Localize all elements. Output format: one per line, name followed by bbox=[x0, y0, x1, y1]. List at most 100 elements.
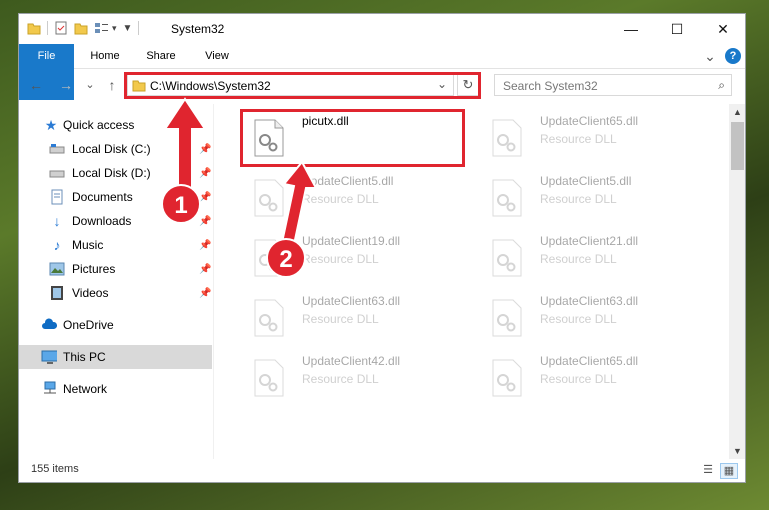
title-bar: ▾ ▼ System32 — ☐ ✕ bbox=[19, 14, 745, 44]
search-input[interactable] bbox=[501, 76, 705, 96]
tab-share[interactable]: Share bbox=[139, 44, 183, 68]
separator bbox=[138, 21, 140, 35]
dll-file-icon bbox=[254, 299, 284, 337]
file-type: Resource DLL bbox=[540, 372, 617, 386]
item-count: 155 items bbox=[31, 463, 79, 475]
network-icon bbox=[44, 381, 56, 394]
sidebar-item-pictures[interactable]: Pictures 📌 bbox=[19, 257, 212, 281]
file-item[interactable]: UpdateClient63.dll Resource DLL bbox=[240, 289, 470, 345]
pictures-icon bbox=[49, 262, 65, 276]
file-name: UpdateClient63.dll bbox=[540, 294, 639, 308]
file-item[interactable]: UpdateClient42.dll Resource DLL bbox=[240, 349, 470, 405]
music-icon: ♪ bbox=[53, 237, 61, 253]
pin-icon[interactable]: 📌 bbox=[199, 240, 211, 251]
scroll-down-icon[interactable]: ▼ bbox=[729, 443, 745, 459]
file-item[interactable]: UpdateClient21.dll Resource DLL bbox=[478, 229, 708, 285]
sidebar-item-label: Network bbox=[63, 382, 108, 396]
navigation-bar: ← → ⌄ ↑ C:\Windows\System32 ⌄ ↻ ⌕ bbox=[19, 69, 745, 101]
file-explorer-window: ▾ ▼ System32 — ☐ ✕ File Home Share View … bbox=[18, 13, 746, 483]
sidebar-item-label: Quick access bbox=[63, 118, 135, 132]
dll-file-icon bbox=[492, 239, 522, 277]
file-name: UpdateClient42.dll bbox=[302, 354, 401, 368]
ribbon-tabs: File Home Share View ⌄ ? bbox=[19, 44, 745, 100]
sidebar-item-label: Documents bbox=[72, 190, 133, 204]
help-icon[interactable]: ? bbox=[725, 48, 741, 64]
file-item[interactable]: UpdateClient65.dll Resource DLL bbox=[478, 349, 708, 405]
documents-icon bbox=[51, 189, 63, 205]
dll-file-icon bbox=[254, 359, 284, 397]
file-type: Resource DLL bbox=[540, 312, 617, 326]
tab-view[interactable]: View bbox=[197, 44, 237, 68]
up-button[interactable]: ↑ bbox=[103, 77, 121, 93]
videos-icon bbox=[51, 286, 63, 300]
dll-file-icon bbox=[492, 119, 522, 157]
minimize-button[interactable]: — bbox=[608, 14, 654, 44]
pane-divider bbox=[213, 104, 214, 459]
annotation-step-1: 1 bbox=[161, 184, 201, 224]
ribbon-expand-icon[interactable]: ⌄ bbox=[701, 44, 719, 68]
file-type: Resource DLL bbox=[302, 312, 379, 326]
file-item[interactable]: UpdateClient5.dll Resource DLL bbox=[478, 169, 708, 225]
quick-access-toolbar: ▾ ▼ bbox=[27, 21, 140, 35]
sidebar-item-label: Local Disk (C:) bbox=[72, 142, 151, 156]
sidebar-item-label: Music bbox=[72, 238, 104, 252]
maximize-button[interactable]: ☐ bbox=[654, 14, 700, 44]
separator bbox=[47, 21, 48, 35]
pin-icon[interactable]: 📌 bbox=[199, 264, 211, 275]
file-type: Resource DLL bbox=[540, 132, 617, 146]
folder-icon[interactable] bbox=[27, 21, 41, 35]
new-folder-icon[interactable] bbox=[74, 21, 88, 35]
file-name: UpdateClient5.dll bbox=[540, 174, 632, 188]
computer-icon bbox=[41, 350, 57, 364]
qa-customize-icon[interactable]: ▼ bbox=[123, 23, 133, 34]
dll-file-icon bbox=[492, 359, 522, 397]
sidebar-item-music[interactable]: ♪ Music 📌 bbox=[19, 233, 212, 257]
pin-icon[interactable]: 📌 bbox=[199, 216, 211, 227]
sidebar-item-network[interactable]: Network bbox=[19, 377, 212, 401]
customize-view-icon[interactable] bbox=[94, 21, 110, 35]
close-button[interactable]: ✕ bbox=[700, 14, 745, 44]
file-type: Resource DLL bbox=[540, 252, 617, 266]
search-box[interactable]: ⌕ bbox=[494, 74, 732, 96]
sidebar-item-label: This PC bbox=[63, 350, 106, 364]
search-icon[interactable]: ⌕ bbox=[718, 78, 725, 93]
file-item[interactable]: UpdateClient63.dll Resource DLL bbox=[478, 289, 708, 345]
file-name: UpdateClient65.dll bbox=[540, 354, 639, 368]
file-item[interactable]: UpdateClient65.dll Resource DLL bbox=[478, 109, 708, 165]
downloads-icon: ↓ bbox=[53, 213, 61, 229]
file-type: Resource DLL bbox=[540, 192, 617, 206]
sidebar-item-label: Local Disk (D:) bbox=[72, 166, 151, 180]
dll-file-icon bbox=[492, 299, 522, 337]
file-name: UpdateClient21.dll bbox=[540, 234, 639, 248]
file-type: Resource DLL bbox=[302, 372, 379, 386]
cloud-icon bbox=[42, 318, 57, 329]
file-name: UpdateClient63.dll bbox=[302, 294, 401, 308]
large-icons-view-icon[interactable]: ▦ bbox=[720, 463, 738, 479]
qa-dropdown-icon[interactable]: ▾ bbox=[112, 23, 117, 34]
sidebar-item-onedrive[interactable]: OneDrive bbox=[19, 313, 212, 337]
sidebar-item-label: OneDrive bbox=[63, 318, 114, 332]
properties-icon[interactable] bbox=[54, 21, 68, 35]
window-title: System32 bbox=[171, 22, 225, 36]
details-view-icon[interactable]: ☰ bbox=[700, 463, 716, 477]
scroll-up-icon[interactable]: ▲ bbox=[729, 104, 745, 120]
sidebar-item-label: Downloads bbox=[72, 214, 132, 228]
status-bar: 155 items ☰ ▦ bbox=[19, 459, 745, 482]
sidebar-item-label: Videos bbox=[72, 286, 109, 300]
recent-locations-button[interactable]: ⌄ bbox=[81, 77, 99, 93]
pin-icon[interactable]: 📌 bbox=[199, 288, 211, 299]
file-name: UpdateClient65.dll bbox=[540, 114, 639, 128]
star-icon: ★ bbox=[44, 116, 58, 133]
annotation-step-2: 2 bbox=[266, 238, 306, 278]
vertical-scrollbar[interactable]: ▲ ▼ bbox=[729, 104, 745, 459]
sidebar-item-label: Pictures bbox=[72, 262, 116, 276]
sidebar-item-this-pc[interactable]: This PC bbox=[19, 345, 212, 369]
drive-icon bbox=[49, 170, 65, 178]
dll-file-icon bbox=[492, 179, 522, 217]
scrollbar-thumb[interactable] bbox=[731, 122, 744, 170]
back-button[interactable]: ← bbox=[27, 77, 45, 93]
sidebar-item-videos[interactable]: Videos 📌 bbox=[19, 281, 212, 305]
forward-button[interactable]: → bbox=[57, 77, 75, 93]
tab-home[interactable]: Home bbox=[81, 44, 129, 68]
drive-icon bbox=[49, 144, 65, 154]
